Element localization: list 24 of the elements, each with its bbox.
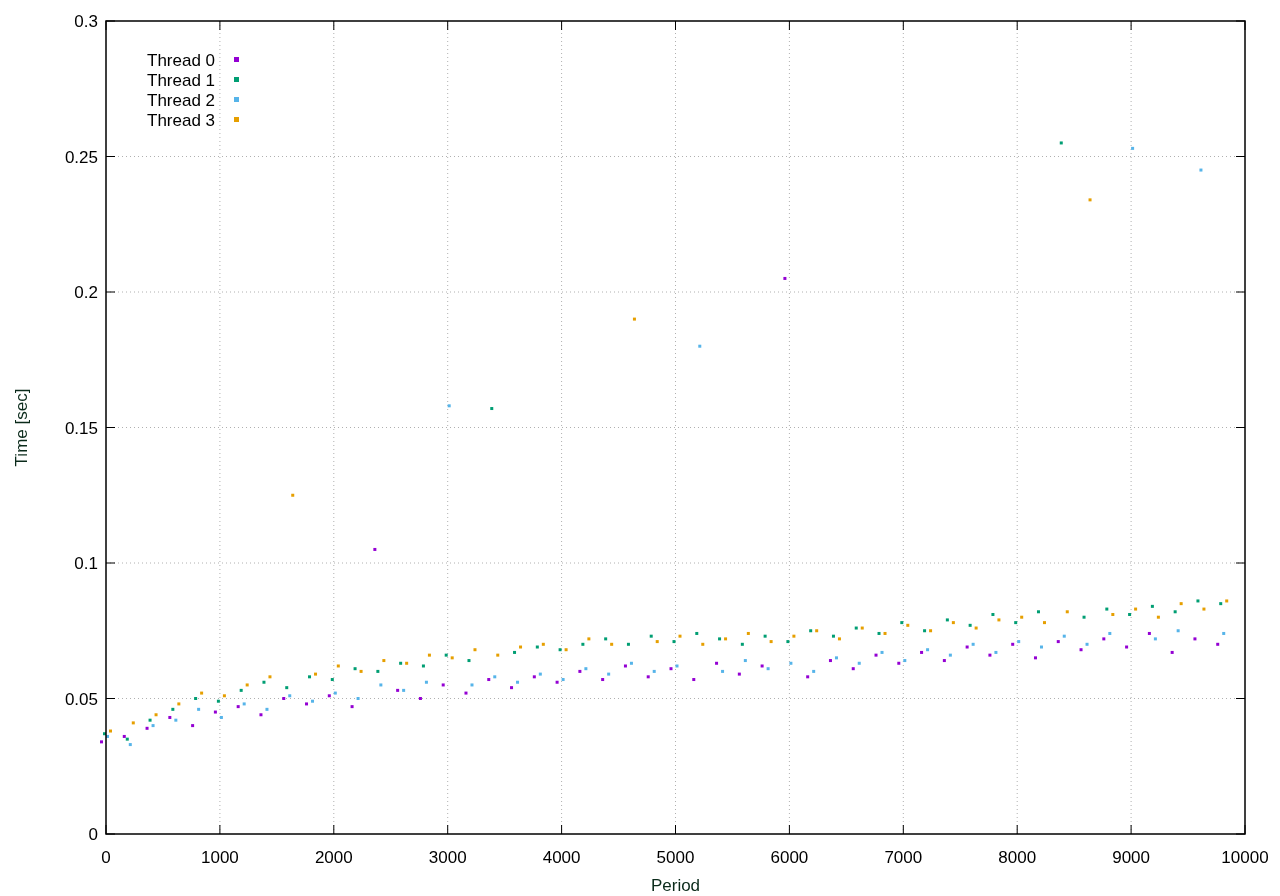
y-tick-label: 0: [88, 825, 98, 844]
x-tick-label: 4000: [542, 848, 581, 867]
x-tick-label: 9000: [1112, 848, 1150, 867]
x-tick-label: 3000: [428, 848, 467, 867]
y-tick-label: 0.15: [64, 418, 98, 438]
x-axis-title: Period: [650, 876, 701, 895]
legend-label: Thread 3: [147, 111, 216, 130]
x-tick-label: 0: [101, 848, 111, 867]
x-tick-label: 6000: [770, 848, 809, 867]
x-tick-label: 7000: [884, 848, 923, 867]
x-tick-label: 5000: [656, 848, 695, 867]
x-tick-label: 1000: [201, 848, 239, 867]
y-tick-label: 0.05: [64, 689, 98, 709]
y-tick-label: 0.3: [74, 12, 98, 31]
y-tick-label: 0.25: [64, 147, 98, 167]
y-tick-label: 0.2: [74, 283, 98, 302]
legend-label: Thread 0: [147, 51, 216, 70]
y-tick-label: 0.1: [74, 554, 98, 573]
legend-label: Thread 1: [147, 71, 216, 90]
x-tick-label: 8000: [998, 848, 1037, 867]
y-axis-title: Time [sec]: [12, 388, 31, 467]
x-tick-label: 2000: [314, 848, 353, 867]
x-tick-label: 10000: [1221, 848, 1269, 867]
legend-label: Thread 2: [147, 91, 216, 110]
